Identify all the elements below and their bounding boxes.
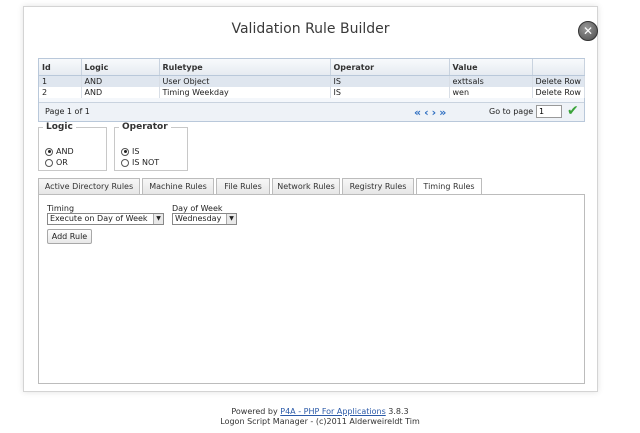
cell-ruletype: User Object	[159, 75, 331, 87]
timing-label: Timing	[47, 204, 75, 213]
column-header-value[interactable]: Value	[449, 59, 533, 76]
cell-id: 1	[39, 75, 82, 87]
footer-prefix: Powered by	[231, 407, 281, 416]
rules-grid: Id Logic Ruletype Operator Value 1 AND U…	[38, 58, 585, 122]
column-header-operator[interactable]: Operator	[330, 59, 450, 76]
timing-select[interactable]: Execute on Day of Week ▼	[47, 213, 164, 225]
chevron-down-icon[interactable]: ▼	[153, 214, 163, 224]
timing-select-value: Execute on Day of Week	[50, 214, 148, 223]
radio-label: IS	[132, 147, 140, 156]
add-rule-button[interactable]: Add Rule	[47, 229, 92, 244]
cell-value: exttsals	[449, 75, 533, 87]
dialog-title: Validation Rule Builder	[231, 21, 390, 37]
cell-operator: IS	[330, 75, 450, 87]
table-header-row: Id Logic Ruletype Operator Value	[39, 59, 585, 76]
p4a-link[interactable]: P4A - PHP For Applications	[280, 407, 385, 416]
logic-group: Logic AND OR	[38, 122, 107, 171]
tab-file-rules[interactable]: File Rules	[216, 178, 270, 195]
day-of-week-label: Day of Week	[172, 204, 223, 213]
logic-radio-or[interactable]: OR	[45, 158, 68, 167]
radio-unchecked-icon[interactable]	[45, 158, 53, 167]
table-row[interactable]: 2 AND Timing Weekday IS wen Delete Row	[39, 87, 585, 98]
tab-registry-rules[interactable]: Registry Rules	[342, 178, 414, 195]
rules-table: Id Logic Ruletype Operator Value 1 AND U…	[39, 59, 585, 98]
footer-copyright: Logon Script Manager - (c)2011 Alderweir…	[220, 417, 420, 426]
column-header-actions	[532, 59, 585, 76]
chevron-down-icon[interactable]: ▼	[226, 214, 236, 224]
table-row[interactable]: 1 AND User Object IS exttsals Delete Row	[39, 75, 585, 87]
cell-id: 2	[39, 87, 82, 98]
prev-page-icon[interactable]: ‹	[424, 106, 432, 119]
logic-legend: Logic	[46, 122, 73, 132]
delete-row-link[interactable]: Delete Row	[532, 75, 585, 87]
cell-logic: AND	[81, 75, 160, 87]
goto-page-label: Go to page	[489, 107, 534, 116]
footer-version: 3.8.3	[385, 407, 409, 416]
day-of-week-select[interactable]: Wednesday ▼	[172, 213, 237, 225]
operator-legend: Operator	[122, 122, 168, 132]
tab-machine-rules[interactable]: Machine Rules	[142, 178, 214, 195]
radio-label: AND	[56, 147, 74, 156]
check-icon[interactable]: ✔	[567, 103, 579, 119]
column-header-id[interactable]: Id	[39, 59, 82, 76]
radio-unchecked-icon[interactable]	[121, 158, 129, 167]
footer-powered-by: Powered by P4A - PHP For Applications 3.…	[0, 407, 640, 416]
grid-pager: Page 1 of 1 «‹›» Go to page ✔	[39, 102, 584, 121]
tab-active-directory-rules[interactable]: Active Directory Rules	[38, 178, 140, 195]
cell-logic: AND	[81, 87, 160, 98]
timing-rules-panel: Timing Execute on Day of Week ▼ Day of W…	[38, 194, 585, 384]
validation-rule-dialog: Validation Rule Builder ✕ Id Logic Rulet…	[23, 6, 598, 392]
day-of-week-value: Wednesday	[175, 214, 222, 223]
radio-label: IS NOT	[132, 158, 160, 167]
delete-row-link[interactable]: Delete Row	[532, 87, 585, 98]
goto-page-input[interactable]	[536, 105, 562, 118]
column-header-ruletype[interactable]: Ruletype	[159, 59, 331, 76]
column-header-logic[interactable]: Logic	[81, 59, 160, 76]
pager-nav: «‹›»	[414, 106, 449, 119]
radio-checked-icon[interactable]	[121, 147, 129, 156]
close-icon[interactable]: ✕	[578, 21, 598, 41]
first-page-icon[interactable]: «	[414, 106, 424, 119]
tab-network-rules[interactable]: Network Rules	[272, 178, 340, 195]
cell-ruletype: Timing Weekday	[159, 87, 331, 98]
cell-value: wen	[449, 87, 533, 98]
logic-radio-and[interactable]: AND	[45, 147, 74, 156]
operator-radio-is[interactable]: IS	[121, 147, 139, 156]
cell-operator: IS	[330, 87, 450, 98]
operator-group: Operator IS IS NOT	[114, 122, 188, 171]
page-info: Page 1 of 1	[45, 107, 90, 116]
radio-label: OR	[56, 158, 68, 167]
operator-radio-is-not[interactable]: IS NOT	[121, 158, 159, 167]
last-page-icon[interactable]: »	[439, 106, 449, 119]
radio-checked-icon[interactable]	[45, 147, 53, 156]
